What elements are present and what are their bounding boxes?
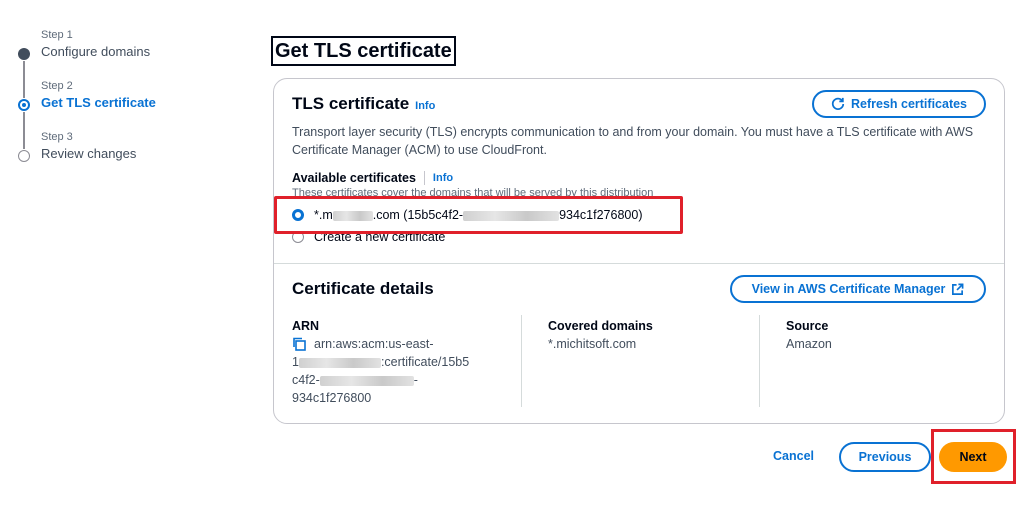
arn-line-2: 1 :certificate/15b5 xyxy=(292,353,502,371)
page-title: Get TLS certificate xyxy=(271,36,456,66)
copy-icon[interactable] xyxy=(292,337,306,351)
wizard-stepper: Step 1 Configure domains Step 2 Get TLS … xyxy=(14,28,214,181)
source-key: Source xyxy=(786,319,829,333)
annotation-highlight xyxy=(274,196,683,234)
refresh-label: Refresh certificates xyxy=(850,97,968,111)
arn-key: ARN xyxy=(292,319,320,333)
arn-part: 1 xyxy=(292,355,299,369)
arn-line-1: arn:aws:acm:us-east- xyxy=(314,337,434,351)
covered-domains-value: *.michitsoft.com xyxy=(548,337,637,351)
available-certificates-text: Available certificates xyxy=(292,171,416,185)
cancel-button[interactable]: Cancel xyxy=(773,449,814,463)
arn-part: :certificate/15b5 xyxy=(380,355,470,369)
available-certificates-label: Available certificates Info xyxy=(292,171,453,185)
previous-button[interactable]: Previous xyxy=(839,442,931,472)
source-value: Amazon xyxy=(786,337,832,351)
view-acm-label: View in AWS Certificate Manager xyxy=(751,282,946,296)
tls-card: TLS certificate Info Refresh certificate… xyxy=(273,78,1005,424)
tls-header: TLS certificate Info xyxy=(292,94,435,114)
view-in-acm-button[interactable]: View in AWS Certificate Manager xyxy=(730,275,986,303)
available-info-link[interactable]: Info xyxy=(433,172,453,184)
column-divider xyxy=(521,315,522,407)
covered-domains-column: Covered domains *.michitsoft.com xyxy=(548,317,748,353)
arn-part: c4f2- xyxy=(292,373,320,387)
step-number: Step 2 xyxy=(41,80,73,92)
step-pending-icon xyxy=(18,150,30,162)
step-number: Step 1 xyxy=(41,29,73,41)
step-get-tls-certificate[interactable]: Step 2 Get TLS certificate xyxy=(14,79,214,149)
step-label: Review changes xyxy=(41,146,137,161)
refresh-icon xyxy=(831,97,845,110)
arn-line-3: c4f2- - xyxy=(292,371,502,389)
certificate-details-heading: Certificate details xyxy=(292,279,434,298)
arn-line-4: 934c1f276800 xyxy=(292,391,372,405)
arn-column: ARN arn:aws:acm:us-east- 1 :certificate/1… xyxy=(292,317,502,407)
refresh-certificates-button[interactable]: Refresh certificates xyxy=(812,90,986,118)
step-number: Step 3 xyxy=(41,131,73,143)
step-label[interactable]: Configure domains xyxy=(41,44,214,60)
step-complete-icon xyxy=(18,48,30,60)
arn-value: arn:aws:acm:us-east- xyxy=(292,335,502,353)
column-divider xyxy=(759,315,760,407)
label-divider xyxy=(423,171,425,185)
tls-info-link[interactable]: Info xyxy=(415,100,435,112)
tls-heading: TLS certificate xyxy=(292,94,410,113)
arn-part: - xyxy=(413,373,418,387)
external-link-icon xyxy=(952,283,964,295)
redacted-text xyxy=(319,375,414,386)
step-current-icon xyxy=(18,99,30,111)
redacted-text xyxy=(298,357,381,368)
covered-domains-key: Covered domains xyxy=(548,319,653,333)
source-column: Source Amazon xyxy=(786,317,986,353)
step-review-changes: Step 3 Review changes xyxy=(14,130,214,181)
section-divider xyxy=(274,263,1004,264)
step-configure-domains[interactable]: Step 1 Configure domains xyxy=(14,28,214,98)
tls-description: Transport layer security (TLS) encrypts … xyxy=(292,125,974,157)
annotation-highlight xyxy=(931,429,1016,484)
step-label[interactable]: Get TLS certificate xyxy=(41,95,214,111)
